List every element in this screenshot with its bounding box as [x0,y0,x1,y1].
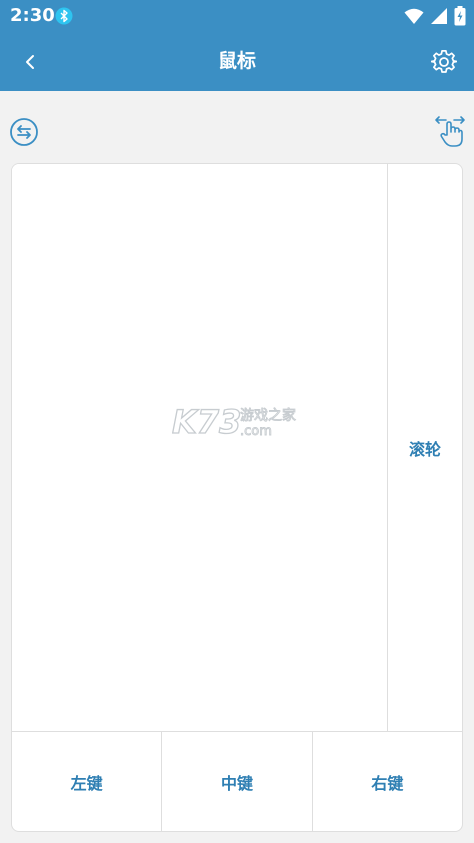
status-bar: 2:30 [0,0,474,32]
mouse-pad: 滚轮 左键 中键 右键 [11,163,463,832]
watermark-domain-text: .com [240,424,272,438]
middle-click-label: 中键 [220,773,253,793]
right-click-label: 右键 [371,773,404,793]
app-bar: 鼠标 [0,32,474,91]
watermark-site-text: 游戏之家 [240,407,296,424]
settings-button[interactable] [428,46,460,78]
mouse-screen: 2:30 鼠标 滚轮 左键 中键 右键 K73 游戏之家 .com [0,0,474,843]
left-click-label: 左键 [70,773,103,793]
switch-mode-icon[interactable] [9,117,39,147]
status-indicators [404,6,466,26]
back-button[interactable] [14,46,46,78]
gear-icon [431,50,457,73]
page-title: 鼠标 [217,50,256,72]
battery-charging-icon [454,6,466,26]
mouse-buttons-row: 左键 中键 右键 [12,731,462,831]
chevron-left-icon [26,55,34,69]
left-click-button[interactable]: 左键 [12,732,161,831]
scroll-wheel-label: 滚轮 [408,439,441,459]
right-click-button[interactable]: 右键 [311,732,462,831]
touchpad-area[interactable] [12,164,388,731]
hand-swipe-icon[interactable] [434,114,466,148]
middle-click-button[interactable]: 中键 [161,732,311,831]
bluetooth-icon [55,7,73,25]
scroll-wheel-area[interactable]: 滚轮 [388,164,462,731]
watermark-logo: K73 游戏之家 .com [172,404,296,438]
wifi-icon [404,8,424,24]
status-time: 2:30 [10,5,55,26]
signal-icon [431,8,447,24]
watermark-logo-text: K73 [172,404,241,438]
